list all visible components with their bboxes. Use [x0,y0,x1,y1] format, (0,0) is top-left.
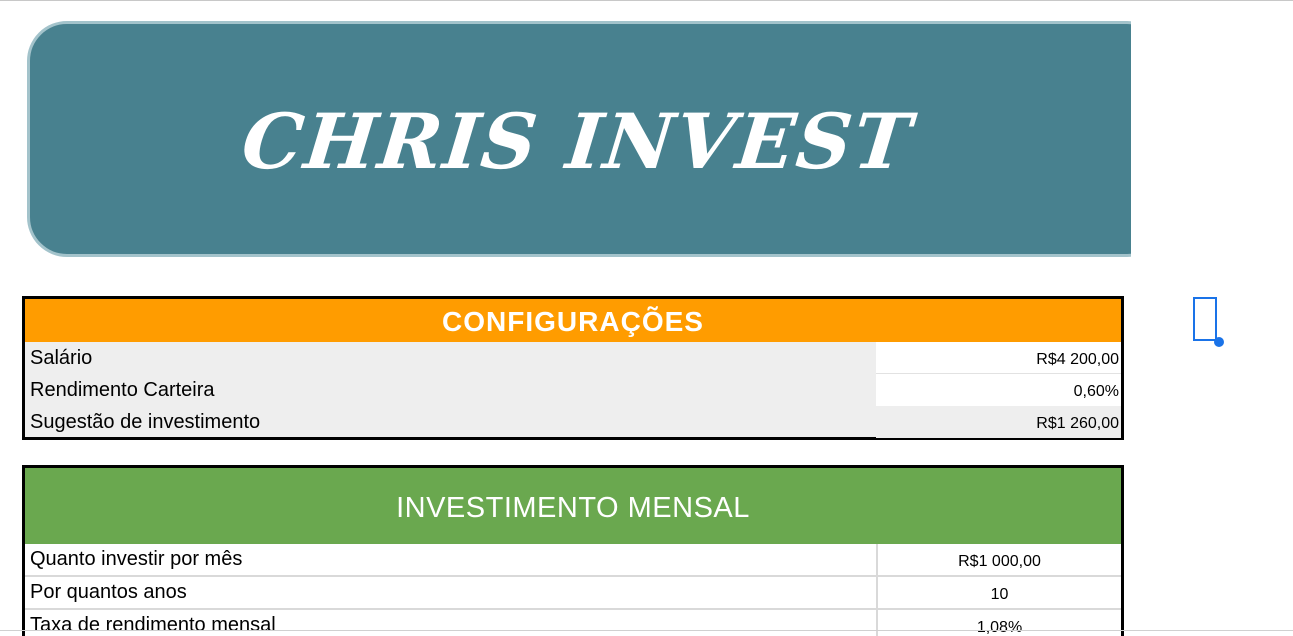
sugestao-investimento-label[interactable]: Sugestão de investimento [30,406,260,438]
top-divider [0,0,1293,1]
table-row: Por quantos anos 10 [25,577,1121,610]
table-row: Salário R$4 200,00 [25,342,1121,374]
rendimento-carteira-value[interactable]: 0,60% [876,374,1121,406]
table-row: Taxa de rendimento mensal 1,08% [25,610,1121,636]
taxa-rendimento-value[interactable]: 1,08% [876,610,1121,636]
rendimento-carteira-label[interactable]: Rendimento Carteira [30,374,215,406]
por-quantos-anos-value[interactable]: 10 [876,577,1121,608]
banner-title: CHRIS INVEST [238,97,918,186]
table-row: Rendimento Carteira 0,60% [25,374,1121,406]
configuracoes-table: CONFIGURAÇÕES Salário R$4 200,00 Rendime… [22,296,1124,440]
taxa-rendimento-label[interactable]: Taxa de rendimento mensal [30,610,276,636]
sugestao-investimento-value[interactable]: R$1 260,00 [876,406,1121,438]
table-row: Sugestão de investimento R$1 260,00 [25,406,1121,438]
resize-handle[interactable] [1214,337,1224,347]
investimento-mensal-header[interactable]: INVESTIMENTO MENSAL [25,468,1121,544]
banner-container[interactable]: CHRIS INVEST [24,18,1131,266]
quanto-investir-label[interactable]: Quanto investir por mês [30,544,242,574]
bottom-divider [0,630,1293,631]
selection-box[interactable] [1193,297,1217,341]
investimento-mensal-table: INVESTIMENTO MENSAL Quanto investir por … [22,465,1124,636]
salario-value[interactable]: R$4 200,00 [876,342,1121,374]
configuracoes-header[interactable]: CONFIGURAÇÕES [25,299,1121,342]
por-quantos-anos-label[interactable]: Por quantos anos [30,577,187,607]
table-row: Quanto investir por mês R$1 000,00 [25,544,1121,577]
salario-label[interactable]: Salário [30,342,92,374]
quanto-investir-value[interactable]: R$1 000,00 [876,544,1121,575]
spreadsheet-canvas: CHRIS INVEST CONFIGURAÇÕES Salário R$4 2… [0,0,1293,636]
